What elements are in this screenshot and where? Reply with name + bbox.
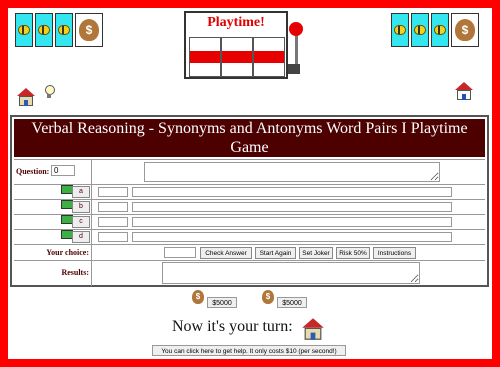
- lever-base: [288, 64, 300, 74]
- option-b-short-field[interactable]: [98, 202, 128, 212]
- question-cell: [94, 160, 485, 184]
- results-label: Results:: [61, 268, 89, 277]
- option-row-c: c: [14, 214, 485, 229]
- option-d-short-field[interactable]: [98, 232, 128, 242]
- bee-reel: [391, 13, 409, 47]
- bee-icon: [18, 25, 30, 35]
- bee-reel: [15, 13, 33, 47]
- results-text-area[interactable]: [162, 262, 420, 284]
- bee-reel: [35, 13, 53, 47]
- option-d-answer-field[interactable]: [132, 232, 452, 242]
- option-row-a: a: [14, 184, 485, 199]
- option-b-button[interactable]: b: [72, 201, 90, 213]
- help-button[interactable]: You can click here to get help. It only …: [152, 345, 346, 356]
- money-bag-icon: $: [262, 290, 274, 304]
- choice-row: Your choice: Check Answer Start Again Se…: [14, 244, 485, 260]
- check-answer-button[interactable]: Check Answer: [200, 247, 252, 259]
- option-c-short-field[interactable]: [98, 217, 128, 227]
- game-panel: Verbal Reasoning - Synonyms and Antonyms…: [10, 115, 489, 287]
- game-title: Verbal Reasoning - Synonyms and Antonyms…: [14, 119, 485, 157]
- start-again-button[interactable]: Start Again: [255, 247, 296, 259]
- money-bag-reel: $: [75, 13, 103, 47]
- slot-machine[interactable]: Playtime!: [184, 11, 288, 79]
- bee-reel: [55, 13, 73, 47]
- bee-icon: [434, 25, 446, 35]
- machine-title: Playtime!: [207, 15, 265, 30]
- home-icon-right[interactable]: [455, 82, 473, 100]
- question-row: Question:: [14, 159, 485, 184]
- right-slot-strip: $: [391, 13, 479, 49]
- option-c-answer-field[interactable]: [132, 217, 452, 227]
- option-a-answer-field[interactable]: [132, 187, 452, 197]
- money-bag-icon: $: [192, 290, 204, 304]
- bee-reel: [431, 13, 449, 47]
- option-row-d: d: [14, 229, 485, 244]
- option-b-answer-field[interactable]: [132, 202, 452, 212]
- option-a-short-field[interactable]: [98, 187, 128, 197]
- turn-text: Now it's your turn:: [172, 318, 293, 335]
- question-label: Question:: [16, 167, 50, 176]
- lever-knob[interactable]: [289, 22, 303, 36]
- bank-amount-1[interactable]: $5000: [207, 297, 237, 308]
- instructions-button[interactable]: Instructions: [373, 247, 416, 259]
- machine-reel: [189, 37, 221, 77]
- lever-stick: [295, 32, 298, 66]
- house-icon: [302, 318, 324, 340]
- left-slot-strip: $: [15, 13, 103, 49]
- option-c-button[interactable]: c: [72, 216, 90, 228]
- your-choice-label: Your choice:: [46, 248, 89, 257]
- set-joker-button[interactable]: Set Joker: [299, 247, 333, 259]
- home-icon[interactable]: [17, 88, 35, 106]
- option-row-b: b: [14, 199, 485, 214]
- choice-field[interactable]: [164, 247, 196, 258]
- bee-icon: [394, 25, 406, 35]
- question-text-area[interactable]: [144, 162, 440, 182]
- bee-icon: [414, 25, 426, 35]
- results-row: Results:: [14, 260, 485, 286]
- bee-icon: [58, 25, 70, 35]
- machine-reel: [221, 37, 253, 77]
- bee-icon: [38, 25, 50, 35]
- option-d-button[interactable]: d: [72, 231, 90, 243]
- money-bag-reel: $: [451, 13, 479, 47]
- risk-50-button[interactable]: Risk 50%: [336, 247, 370, 259]
- question-label-cell: Question:: [14, 160, 92, 184]
- money-bag-icon: $: [455, 19, 475, 41]
- machine-reel: [253, 37, 285, 77]
- bee-reel: [411, 13, 429, 47]
- money-bag-icon: $: [79, 19, 99, 41]
- bank-amount-2[interactable]: $5000: [277, 297, 307, 308]
- question-number-field[interactable]: [51, 165, 75, 176]
- option-a-button[interactable]: a: [72, 186, 90, 198]
